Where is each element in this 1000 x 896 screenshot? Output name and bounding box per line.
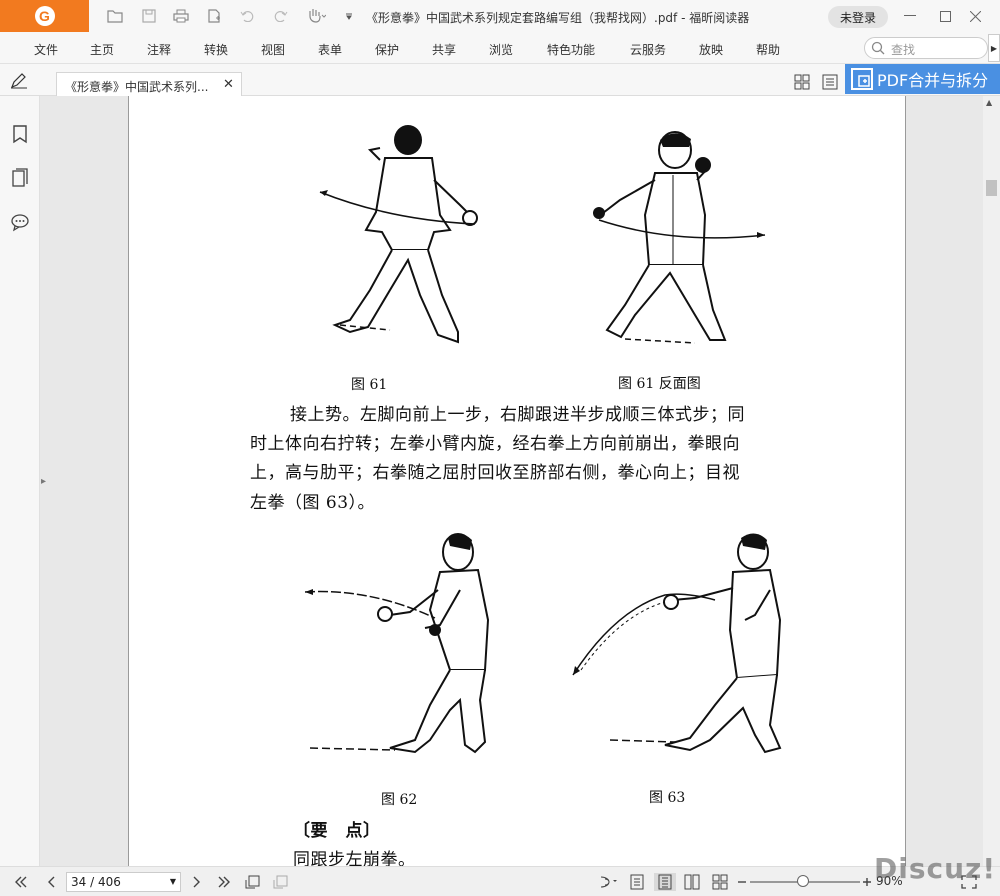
close-tab-icon[interactable]: ✕: [223, 77, 234, 92]
menu-file[interactable]: 文件: [34, 41, 58, 58]
paragraph-line-3: 上，高与肋平；右拳随之屈肘回收至脐部右侧，拳心向上；目视: [250, 463, 740, 483]
paragraph-line-4: 左拳（图 63）。: [250, 493, 376, 513]
last-page-icon[interactable]: [215, 873, 233, 891]
ribbon-scroll-right-icon[interactable]: ▶: [988, 34, 1000, 62]
facing-pages-icon[interactable]: [683, 873, 701, 891]
window-title: 《形意拳》中国武术系列规定套路编写组（我帮找网）.pdf - 福昕阅读器: [366, 11, 750, 25]
bookmark-icon[interactable]: [10, 124, 30, 144]
app-logo[interactable]: G: [0, 0, 89, 32]
menu-features[interactable]: 特色功能: [547, 41, 595, 58]
minimize-icon[interactable]: [900, 6, 920, 26]
list-view-icon[interactable]: [822, 74, 838, 93]
single-page-icon[interactable]: [628, 873, 646, 891]
edit-pen-icon[interactable]: [10, 73, 28, 92]
menu-convert[interactable]: 转换: [204, 41, 228, 58]
figure-61-illustration: [319, 125, 478, 344]
pages-icon[interactable]: [10, 168, 30, 188]
figure-63-illustration: [572, 533, 782, 754]
continuous-page-icon[interactable]: [654, 873, 676, 891]
status-bar: 34 / 406 ▼ 90%: [0, 866, 1000, 896]
new-document-icon[interactable]: [205, 7, 223, 25]
pdf-merge-split-banner[interactable]: PDF合并与拆分: [845, 64, 1000, 94]
page-number-input[interactable]: 34 / 406 ▼: [66, 872, 181, 892]
zoom-slider-knob[interactable]: [797, 875, 809, 887]
login-button[interactable]: 未登录: [828, 6, 888, 28]
paragraph-line-1: 接上势。左脚向前上一步，右脚跟进半步成顺三体式步；同: [290, 405, 745, 425]
menu-bar: 文件 主页 注释 转换 视图 表单 保护 共享 浏览 特色功能 云服务 放映 帮…: [0, 32, 1000, 84]
continuous-facing-icon[interactable]: [711, 873, 729, 891]
next-view-icon[interactable]: [272, 873, 290, 891]
undo-icon[interactable]: [238, 7, 256, 25]
close-window-icon[interactable]: [965, 6, 985, 26]
search-placeholder: 查找: [891, 43, 916, 57]
figure-62-caption: 图 62: [381, 792, 418, 808]
paragraph-line-2: 时上体向右拧转；左拳小臂内旋，经右拳上方向前崩出，拳眼向: [250, 434, 740, 454]
hand-tool-icon[interactable]: [304, 7, 328, 25]
page-indicator: 34 / 406: [71, 875, 121, 889]
menu-protect[interactable]: 保护: [375, 41, 399, 58]
menu-view[interactable]: 视图: [261, 41, 285, 58]
left-sidebar: [0, 96, 40, 866]
scroll-up-icon[interactable]: ▲: [986, 98, 992, 107]
menu-browse[interactable]: 浏览: [489, 41, 513, 58]
zoom-out-icon[interactable]: [733, 873, 751, 891]
menu-slideshow[interactable]: 放映: [699, 41, 723, 58]
search-icon: [871, 41, 885, 55]
first-page-icon[interactable]: [12, 873, 30, 891]
tab-document-label: 《形意拳》中国武术系列...: [65, 80, 209, 94]
menu-comment[interactable]: 注释: [147, 41, 171, 58]
menu-form[interactable]: 表单: [318, 41, 342, 58]
figure-63-caption: 图 63: [649, 790, 686, 806]
save-icon[interactable]: [140, 7, 158, 25]
previous-page-icon[interactable]: [42, 873, 60, 891]
menu-home[interactable]: 主页: [90, 41, 114, 58]
search-input[interactable]: 查找: [864, 37, 988, 59]
title-bar: G 《形意拳》中国武术系列规定套路编写组（我帮找网）.pdf - 福昕阅读器 未…: [0, 0, 1000, 32]
read-mode-icon[interactable]: [598, 873, 620, 891]
merge-split-icon: [851, 68, 873, 90]
figure-62-illustration: [304, 533, 490, 754]
comments-icon[interactable]: [10, 212, 30, 232]
discuz-watermark: Discuz!: [874, 852, 997, 885]
foxit-logo-icon: G: [34, 6, 55, 26]
figure-61-back-caption: 图 61 反面图: [618, 376, 701, 392]
maximize-icon[interactable]: [935, 6, 955, 26]
open-folder-icon[interactable]: [106, 7, 124, 25]
figure-61-caption: 图 61: [351, 377, 388, 393]
next-page-icon[interactable]: [188, 873, 206, 891]
menu-share[interactable]: 共享: [432, 41, 456, 58]
banner-label: PDF合并与拆分: [877, 71, 989, 90]
page-dropdown-icon[interactable]: ▼: [170, 873, 176, 891]
sidebar-expand-icon[interactable]: ▸: [41, 476, 46, 487]
redo-icon[interactable]: [272, 7, 290, 25]
print-icon[interactable]: [172, 7, 190, 25]
vertical-scrollbar[interactable]: ▲: [983, 96, 1000, 866]
figure-61-back-illustration: [593, 131, 766, 344]
previous-view-icon[interactable]: [244, 873, 262, 891]
customize-quick-access-icon[interactable]: [340, 7, 358, 25]
grid-view-icon[interactable]: [794, 74, 810, 93]
tab-document[interactable]: 《形意拳》中国武术系列... ✕: [56, 72, 242, 97]
menu-cloud[interactable]: 云服务: [630, 41, 666, 58]
key-points-heading: 〔要 点〕: [293, 821, 381, 841]
menu-help[interactable]: 帮助: [756, 41, 780, 58]
scrollbar-thumb[interactable]: [986, 180, 997, 196]
